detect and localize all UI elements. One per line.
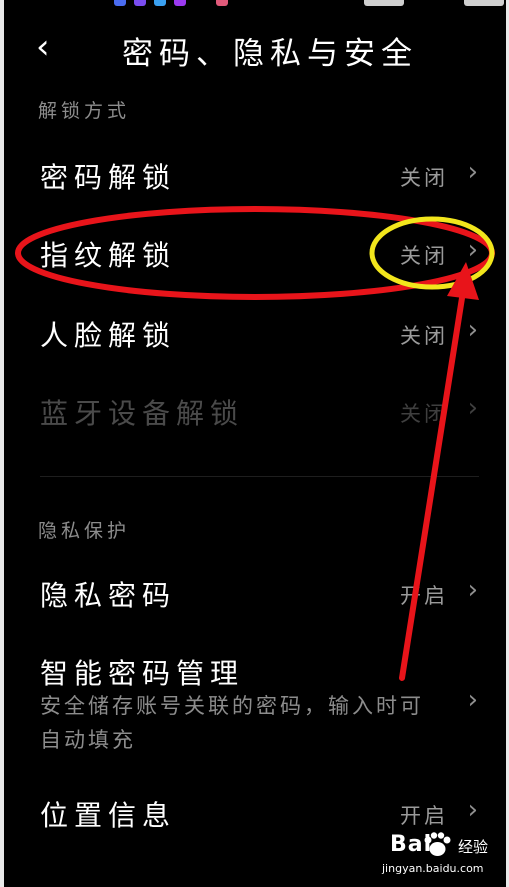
row-value: 关闭	[400, 166, 448, 190]
chevron-right-icon: ›	[467, 235, 478, 265]
row-face-unlock[interactable]: 人脸解锁 关闭 ›	[4, 296, 506, 366]
watermark-url: jingyan.baidu.com	[382, 862, 484, 875]
section-divider	[40, 476, 479, 477]
status-bar	[4, 0, 506, 10]
row-subtitle: 自动填充	[40, 728, 136, 752]
chevron-right-icon: ›	[467, 575, 478, 605]
status-app-icon	[154, 0, 166, 6]
row-fingerprint-unlock[interactable]: 指纹解锁 关闭 ›	[4, 216, 506, 286]
row-subtitle: 安全储存账号关联的密码，输入时可	[40, 694, 424, 718]
chevron-right-icon: ›	[467, 795, 478, 825]
status-app-icon	[174, 0, 186, 6]
baidu-watermark: Bai 经验 jingyan.baidu.com	[362, 822, 502, 882]
row-value: 开启	[400, 584, 448, 608]
chevron-left-icon[interactable]: ‹	[36, 30, 50, 64]
watermark-brand: Bai	[390, 832, 433, 857]
signal-icon	[364, 0, 404, 6]
row-value: 关闭	[400, 324, 448, 348]
row-privacy-password[interactable]: 隐私密码 开启 ›	[4, 556, 506, 626]
section-title-privacy: 隐私保护	[38, 520, 131, 542]
page-title: 密码、隐私与安全	[122, 36, 418, 72]
chevron-right-icon: ›	[467, 157, 478, 187]
status-app-icon	[114, 0, 126, 6]
row-value: 关闭	[400, 402, 448, 426]
chevron-right-icon: ›	[467, 685, 478, 715]
row-value: 关闭	[400, 244, 448, 268]
row-label: 人脸解锁	[40, 319, 177, 352]
row-label: 密码解锁	[40, 161, 177, 194]
status-app-icon	[134, 0, 146, 6]
row-label: 指纹解锁	[40, 239, 177, 272]
watermark-cn: 经验	[458, 838, 489, 856]
chevron-right-icon: ›	[467, 315, 478, 345]
row-label: 蓝牙设备解锁	[40, 397, 245, 430]
row-label: 位置信息	[40, 799, 177, 832]
row-label: 隐私密码	[40, 579, 177, 612]
top-bar: ‹ 密码、隐私与安全	[4, 20, 506, 80]
row-label: 智能密码管理	[40, 657, 245, 690]
row-smart-password-manager[interactable]: 智能密码管理 安全储存账号关联的密码，输入时可 自动填充 ›	[4, 634, 506, 760]
section-title-unlock: 解锁方式	[38, 100, 131, 122]
chevron-right-icon: ›	[467, 393, 478, 423]
battery-icon	[464, 0, 504, 6]
row-bluetooth-unlock: 蓝牙设备解锁 关闭 ›	[4, 374, 506, 444]
row-password-unlock[interactable]: 密码解锁 关闭 ›	[4, 138, 506, 208]
status-app-icon	[216, 0, 228, 6]
